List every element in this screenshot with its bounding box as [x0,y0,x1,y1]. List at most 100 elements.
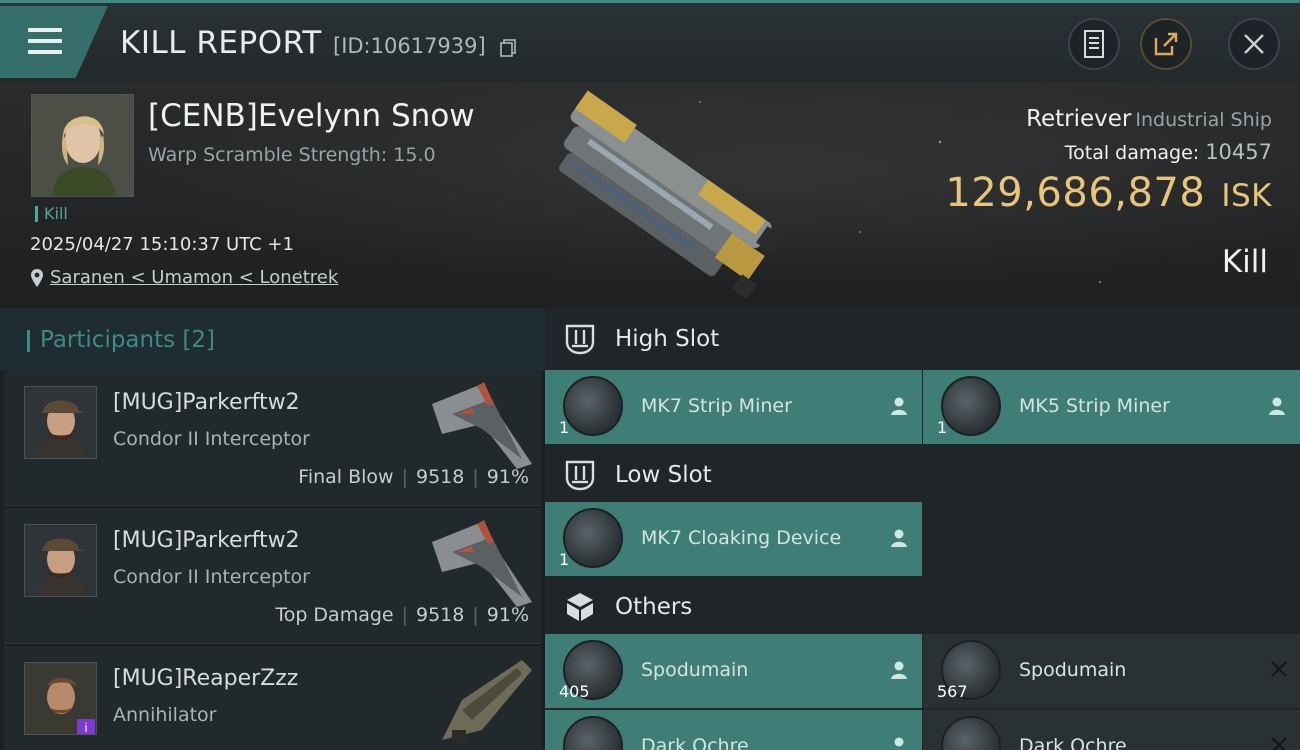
others-label: Others [615,594,693,620]
participant-portrait [25,525,96,596]
person-icon [894,737,904,750]
avatar[interactable] [24,386,97,459]
participants-title: Participants [2] [40,327,215,353]
high-slot-label: High Slot [615,326,720,352]
kill-timestamp: 2025/04/27 15:10:37 UTC +1 [30,234,294,255]
participant-ship-image [442,660,532,744]
page-title: KILL REPORT [120,25,322,61]
participant-damage: 9518 [416,466,465,488]
module-icon [563,376,623,436]
participant-row[interactable]: [MUG]Parkerftw2 Condor II Interceptor To… [4,508,541,644]
cargo-box-icon [567,593,593,621]
participant-stats: Final Blow | 9518 | 91% [298,466,529,488]
participant-ship: Condor II Interceptor [113,566,310,588]
module-item[interactable]: 1 MK5 Strip Miner [923,370,1300,444]
divider: | [401,604,408,626]
total-damage-value: 10457 [1205,140,1272,164]
module-quantity: 1 [937,418,948,437]
ore-icon [563,716,623,750]
header-accent-bar [27,330,30,352]
victim-name[interactable]: [CENB]Evelynn Snow [148,98,475,134]
module-name: MK5 Strip Miner [1019,395,1170,417]
module-item[interactable]: 1 MK7 Strip Miner [545,370,922,444]
high-slot-header: High Slot [545,308,1300,370]
isk-value: 129,686,878 ISK [945,170,1272,216]
victim-panel: [CENB]Evelynn Snow Warp Scramble Strengt… [0,82,1300,308]
avatar [32,95,133,196]
person-icon [891,661,907,679]
close-icon [1244,34,1264,54]
menu-button[interactable] [0,6,108,78]
ore-icon [941,716,1001,750]
victim-ship-name[interactable]: Retriever Industrial Ship [1026,106,1272,132]
module-name: Spodumain [1019,659,1127,681]
map-pin-icon [31,268,43,287]
report-id: [ID:10617939] [333,34,486,58]
avatar[interactable] [24,524,97,597]
ship-class-text: Industrial Ship [1135,109,1272,131]
warp-scramble-strength: Warp Scramble Strength: 15.0 [148,144,436,166]
participant-role: Final Blow [298,466,394,488]
hamburger-icon [28,28,62,61]
fitting-panel: High Slot 1 MK7 Strip Miner 1 MK5 Strip … [545,308,1300,750]
victim-ship-image[interactable] [510,82,800,308]
module-quantity: 1 [559,550,570,569]
total-damage-label: Total damage: [1064,142,1200,164]
person-icon [1269,397,1285,415]
participant-name[interactable]: [MUG]ReaperZzz [113,666,298,691]
info-badge: i [77,719,95,734]
share-icon [1154,32,1178,56]
location-text: Saranen < Umamon < Lonetrek [50,267,339,288]
module-item[interactable]: 405 Spodumain [545,634,922,708]
module-quantity: 567 [937,682,968,701]
kill-result: Kill [1221,244,1268,280]
share-button[interactable] [1140,18,1192,70]
divider: | [472,604,479,626]
participants-header: Participants [2] [0,308,545,370]
participants-panel: Participants [2] [MUG]Parkerftw2 Condor … [0,308,545,750]
participant-percent: 91% [486,604,529,626]
module-icon [563,508,623,568]
module-quantity: 405 [559,682,590,701]
module-quantity: 1 [559,418,570,437]
participant-ship-image [432,382,532,469]
location-link[interactable]: Saranen < Umamon < Lonetrek [30,267,338,288]
low-slot-header: Low Slot [545,444,1300,506]
module-name: Dark Ochre [641,735,749,750]
others-header: Others [545,576,1300,638]
participant-stats: Top Damage | 9518 | 91% [275,604,529,626]
person-icon [891,397,907,415]
participant-damage: 9518 [416,604,465,626]
participant-ship: Annihilator [113,704,217,726]
close-button[interactable] [1228,18,1280,70]
document-icon [1084,30,1104,58]
destroyed-x-icon [1271,661,1287,677]
participant-row[interactable]: i [MUG]ReaperZzz Annihilator [4,646,541,750]
divider: | [401,466,408,488]
module-item[interactable]: Dark Ochre [923,710,1300,750]
participant-percent: 91% [486,466,529,488]
high-slot-icon [565,324,595,355]
ship-name-text: Retriever [1026,106,1132,132]
copy-icon[interactable] [500,39,516,57]
module-item[interactable]: Dark Ochre [545,710,922,750]
participant-name[interactable]: [MUG]Parkerftw2 [113,528,300,553]
victim-portrait[interactable] [31,94,134,197]
participant-ship-image [432,520,532,607]
module-name: MK7 Strip Miner [641,395,792,417]
participant-name[interactable]: [MUG]Parkerftw2 [113,390,300,415]
module-name: MK7 Cloaking Device [641,527,842,549]
top-bar: KILL REPORT [ID:10617939] [0,0,1300,82]
avatar[interactable]: i [24,662,97,735]
module-name: Spodumain [641,659,749,681]
module-item[interactable]: 567 Spodumain [923,634,1300,708]
low-slot-label: Low Slot [615,462,712,488]
participant-portrait [25,387,96,458]
module-item[interactable]: 1 MK7 Cloaking Device [545,502,922,576]
participant-row[interactable]: [MUG]Parkerftw2 Condor II Interceptor Fi… [4,370,541,506]
destroyed-x-icon [1271,737,1287,750]
kill-tag: Kill [35,206,68,222]
participant-role: Top Damage [275,604,394,626]
isk-unit: ISK [1221,178,1272,214]
notes-button[interactable] [1068,18,1120,70]
